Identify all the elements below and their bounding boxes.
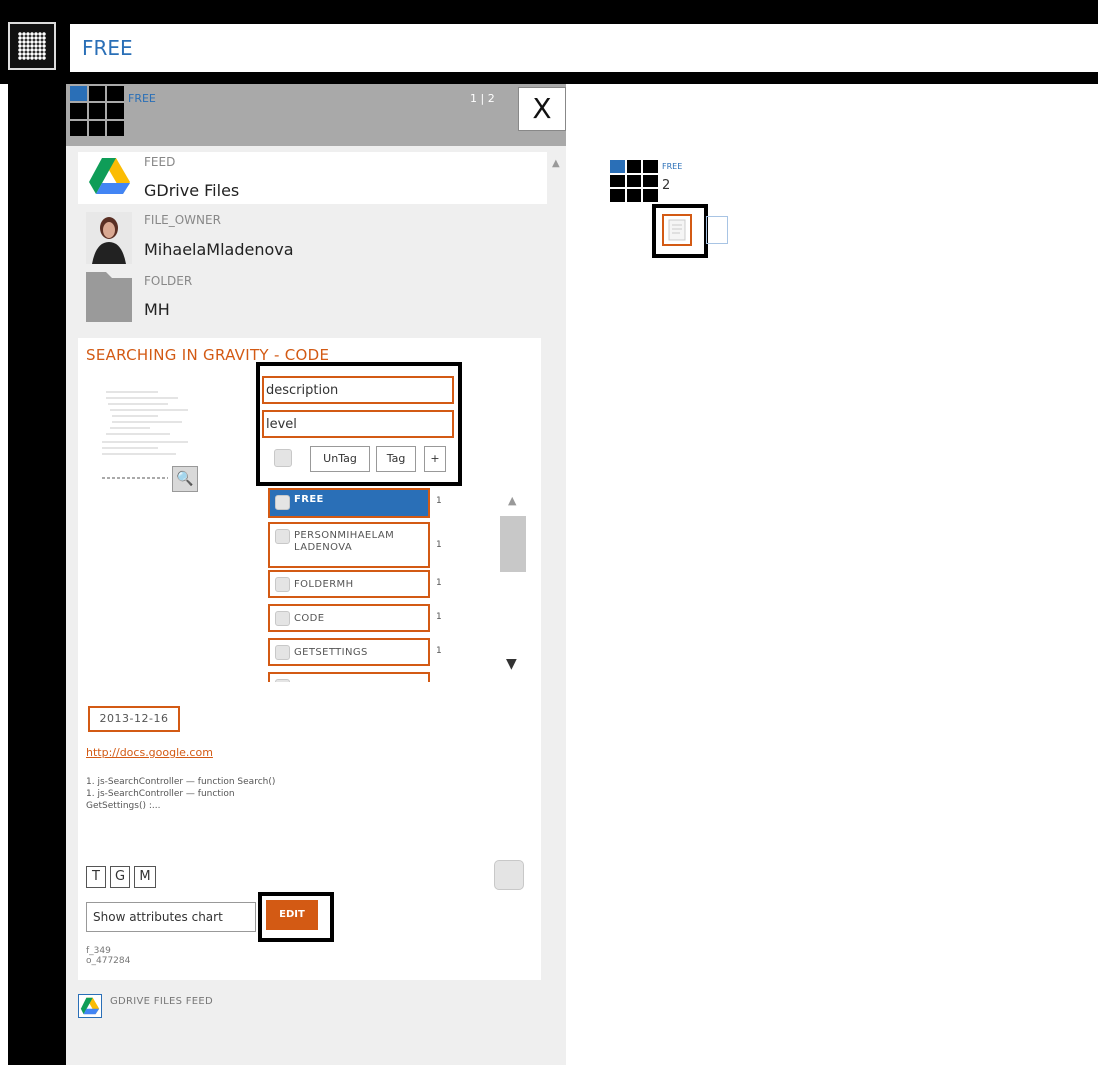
- date-field[interactable]: 2013-12-16: [88, 706, 180, 732]
- g-button[interactable]: G: [110, 866, 130, 888]
- scroll-thumb[interactable]: [500, 516, 526, 572]
- node-grid-icon[interactable]: [610, 160, 658, 202]
- document-icon[interactable]: [662, 214, 692, 246]
- document-ids: f_349 o_477284: [86, 946, 130, 966]
- owner-label: FILE_OWNER: [144, 213, 221, 227]
- file-id: f_349: [86, 946, 111, 956]
- tag-count: 1: [436, 540, 442, 550]
- search-input[interactable]: FREE: [70, 24, 1098, 72]
- logo-dots-icon: [18, 32, 46, 60]
- tag-checkbox[interactable]: [275, 611, 290, 626]
- zoom-icon[interactable]: 🔍: [172, 466, 198, 492]
- tag-count: 1: [436, 612, 442, 622]
- gdrive-icon: [89, 158, 130, 194]
- tag-label: CODE: [294, 613, 325, 624]
- tag-item-partial[interactable]: [268, 672, 430, 682]
- attributes-chart-select[interactable]: Show attributes chart: [86, 902, 256, 932]
- edit-button[interactable]: EDIT: [266, 900, 318, 930]
- gdrive-feed-icon[interactable]: [78, 994, 102, 1018]
- panel-pagination[interactable]: 1 | 2: [470, 92, 495, 105]
- owner-value[interactable]: MihaelaMladenova: [144, 240, 294, 259]
- tag-item-free[interactable]: FREE: [268, 488, 430, 518]
- document-select-checkbox[interactable]: [494, 860, 524, 890]
- panel-title: FREE: [128, 92, 156, 105]
- folder-label: FOLDER: [144, 274, 193, 288]
- m-button[interactable]: M: [134, 866, 156, 888]
- tag-count: 1: [436, 496, 442, 506]
- folder-value[interactable]: MH: [144, 300, 170, 319]
- feed-footer-label[interactable]: GDRIVE FILES FEED: [110, 996, 213, 1007]
- tag-label: GETSETTINGS: [294, 647, 368, 658]
- object-id: o_477284: [86, 956, 131, 966]
- description-field[interactable]: description: [262, 376, 454, 404]
- tag-select-checkbox[interactable]: [274, 449, 292, 467]
- tag-checkbox[interactable]: [275, 577, 290, 592]
- scroll-up-icon[interactable]: ▲: [508, 494, 516, 507]
- tag-item-code[interactable]: CODE: [268, 604, 430, 632]
- left-sidebar: [8, 84, 66, 1065]
- feed-value[interactable]: GDrive Files: [144, 181, 239, 200]
- tag-count: 1: [436, 646, 442, 656]
- tag-checkbox[interactable]: [275, 645, 290, 660]
- scroll-down-icon[interactable]: ▼: [506, 656, 517, 672]
- tag-button[interactable]: Tag: [376, 446, 416, 472]
- tag-label: FOLDERMH: [294, 579, 354, 590]
- empty-slot[interactable]: [706, 216, 728, 244]
- t-button[interactable]: T: [86, 866, 106, 888]
- tag-count: 1: [436, 578, 442, 588]
- add-tag-button[interactable]: +: [424, 446, 446, 472]
- document-link[interactable]: http://docs.google.com: [86, 746, 213, 759]
- node-count: 2: [662, 178, 671, 193]
- tag-checkbox[interactable]: [275, 679, 290, 682]
- app-logo[interactable]: [8, 22, 56, 70]
- folder-icon: [86, 272, 132, 322]
- document-snippet: 1. js-SearchController — function Search…: [86, 777, 276, 811]
- tag-item-foldermh[interactable]: FOLDERMH: [268, 570, 430, 598]
- tag-checkbox[interactable]: [275, 529, 290, 544]
- feed-label: FEED: [144, 155, 176, 169]
- tag-checkbox[interactable]: [275, 495, 290, 510]
- panel-scroll-up-icon[interactable]: ▲: [552, 158, 560, 169]
- tag-label: FREE: [294, 494, 324, 505]
- tag-label: PERSONMIHAELAM LADENOVA: [294, 530, 395, 553]
- level-field[interactable]: level: [262, 410, 454, 438]
- grid-icon: [70, 86, 124, 136]
- owner-avatar: [86, 212, 132, 264]
- node-title: FREE: [662, 162, 683, 171]
- untag-button[interactable]: UnTag: [310, 446, 370, 472]
- tag-item-getsettings[interactable]: GETSETTINGS: [268, 638, 430, 666]
- close-button[interactable]: X: [518, 87, 566, 131]
- tag-list: FREE 1 PERSONMIHAELAM LADENOVA 1 FOLDERM…: [268, 486, 498, 682]
- tag-item-person[interactable]: PERSONMIHAELAM LADENOVA: [268, 522, 430, 568]
